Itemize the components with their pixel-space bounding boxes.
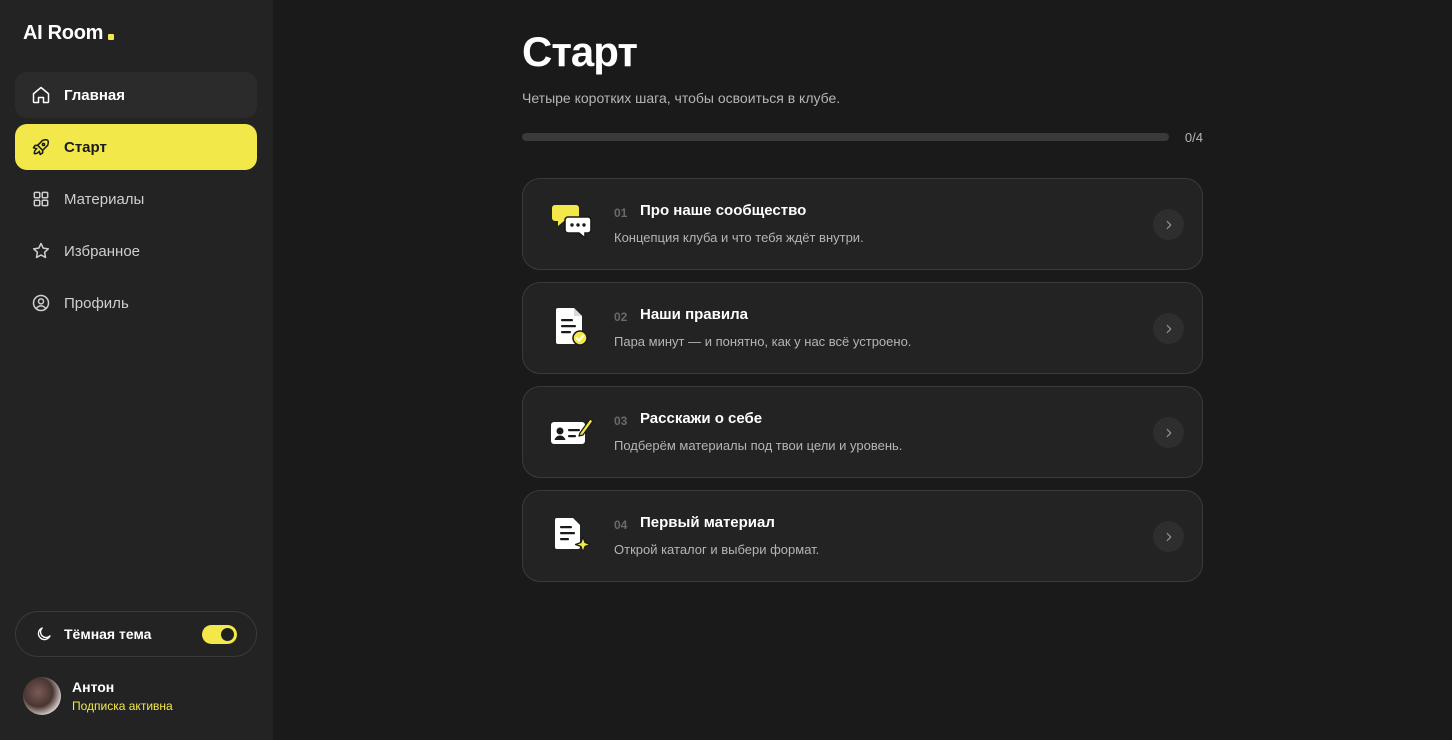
step-number: 03 [614,414,628,428]
sidebar-item-home[interactable]: Главная [15,72,257,118]
step-number: 04 [614,518,628,532]
sidebar-item-label: Материалы [64,190,145,208]
document-check-icon [550,305,594,349]
step-title: Про наше сообщество [640,202,807,219]
step-description: Пара минут — и понятно, как у нас всё ус… [614,334,912,349]
moon-icon [35,625,53,643]
page-subtitle: Четыре коротких шага, чтобы освоиться в … [522,90,841,106]
grid-icon [31,189,51,209]
sidebar-item-favorites[interactable]: Избранное [15,228,257,274]
subscription-status: Подписка активна [72,699,173,713]
step-card[interactable]: 04 Первый материал Открой каталог и выбе… [522,490,1203,582]
home-icon [31,85,51,105]
step-description: Подберём материалы под твои цели и урове… [614,438,903,453]
theme-switch[interactable] [202,625,237,644]
chevron-right-icon[interactable] [1153,313,1184,344]
step-card[interactable]: 02 Наши правила Пара минут — и понятно, … [522,282,1203,374]
user-name: Антон [72,679,115,695]
sidebar-item-label: Старт [64,138,107,156]
step-card[interactable]: 03 Расскажи о себе Подберём материалы по… [522,386,1203,478]
document-sparkle-icon [550,513,594,557]
chat-bubbles-icon [550,201,594,245]
sidebar-nav: Главная Старт Материалы Избранное Профил… [15,72,257,332]
id-card-pen-icon [550,409,594,453]
avatar[interactable] [23,677,61,715]
progress-label: 0/4 [1184,130,1203,145]
steps-list: 01 Про наше сообщество Концепция клуба и… [522,178,1203,594]
chevron-right-icon[interactable] [1153,521,1184,552]
step-card[interactable]: 01 Про наше сообщество Концепция клуба и… [522,178,1203,270]
step-title: Наши правила [640,306,748,323]
brand-name: AI Room [23,22,104,44]
theme-toggle-label: Тёмная тема [64,626,152,642]
progress-bar [522,133,1169,141]
sidebar-item-label: Избранное [64,242,141,260]
sidebar-item-profile[interactable]: Профиль [15,280,257,326]
sidebar-item-label: Главная [64,86,126,104]
chevron-right-icon[interactable] [1153,417,1184,448]
brand-dot [108,34,115,40]
rocket-icon [31,137,51,157]
step-number: 01 [614,206,628,220]
user-circle-icon [31,293,51,313]
star-icon [31,241,51,261]
user-card[interactable]: Антон Подписка активна [23,677,173,715]
sidebar-item-materials[interactable]: Материалы [15,176,257,222]
step-number: 02 [614,310,628,324]
theme-toggle[interactable]: Тёмная тема [15,611,257,657]
step-title: Расскажи о себе [640,410,763,427]
page-title: Старт [522,28,638,75]
sidebar-item-label: Профиль [64,294,129,312]
step-description: Открой каталог и выбери формат. [614,542,820,557]
step-title: Первый материал [640,514,775,531]
sidebar: AI Room Главная Старт Материалы Избранно… [0,0,273,740]
brand-logo[interactable]: AI Room [23,22,115,45]
step-description: Концепция клуба и что тебя ждёт внутри. [614,230,864,245]
chevron-right-icon[interactable] [1153,209,1184,240]
sidebar-item-start[interactable]: Старт [15,124,257,170]
theme-switch-knob [221,628,234,641]
